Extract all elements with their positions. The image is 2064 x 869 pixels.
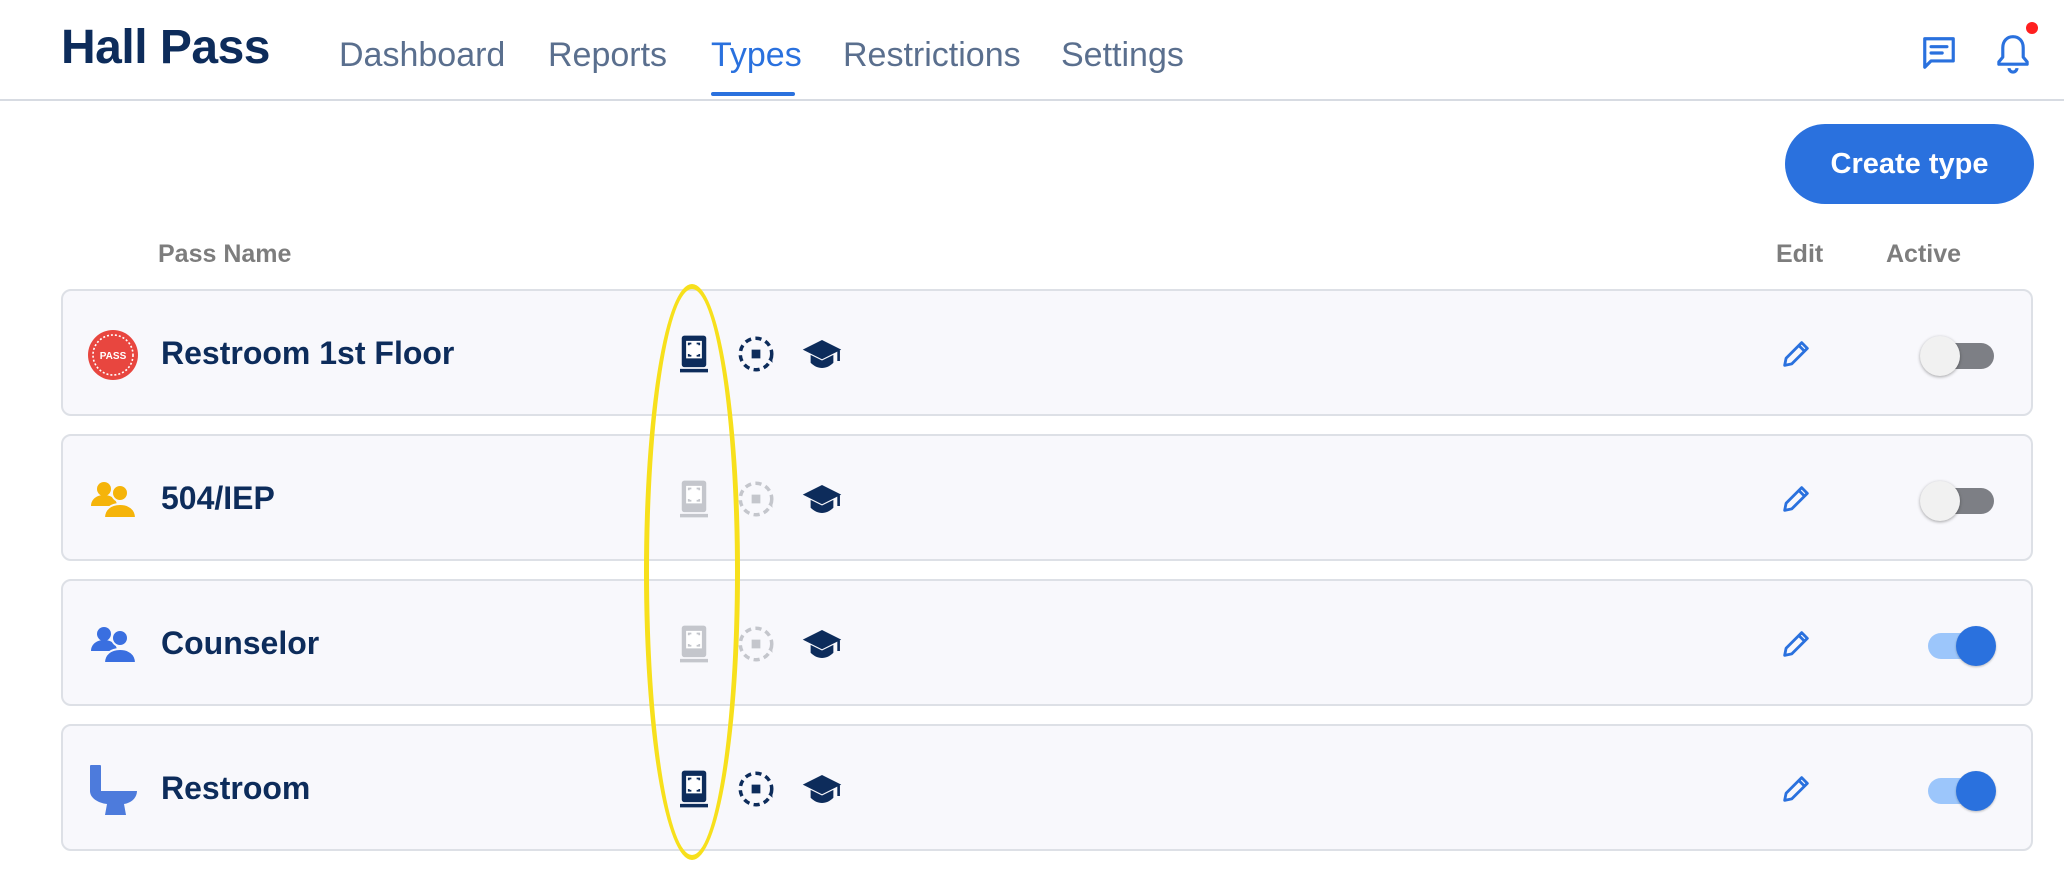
pass-badge-icon: PASS xyxy=(88,330,138,380)
pass-name[interactable]: 504/IEP xyxy=(161,480,275,517)
refresh-loop-icon xyxy=(738,771,774,807)
graduation-cap-icon xyxy=(802,485,842,513)
pass-type-list: PASS Restroom 1st Floor 504/IEP Counselo… xyxy=(61,289,2064,869)
notification-dot xyxy=(2026,22,2038,34)
toggle-knob xyxy=(1920,336,1960,376)
pass-type-row: 504/IEP xyxy=(61,434,2033,561)
active-toggle[interactable] xyxy=(1920,770,1996,811)
toggle-knob xyxy=(1956,771,1996,811)
kiosk-icon xyxy=(680,335,708,373)
toggle-knob xyxy=(1956,626,1996,666)
pass-type-row: Restroom xyxy=(61,724,2033,851)
nav-types[interactable]: Types xyxy=(711,36,802,75)
graduation-cap-icon xyxy=(802,775,842,803)
kiosk-icon xyxy=(680,480,708,518)
active-toggle[interactable] xyxy=(1920,335,1996,376)
refresh-loop-icon xyxy=(738,336,774,372)
pass-type-row: Counselor xyxy=(61,579,2033,706)
active-toggle[interactable] xyxy=(1920,480,1996,521)
edit-pencil-icon[interactable] xyxy=(1779,627,1813,661)
message-icon[interactable] xyxy=(1920,34,1958,72)
pass-name[interactable]: Counselor xyxy=(161,625,319,662)
pass-name[interactable]: Restroom xyxy=(161,770,310,807)
column-header-edit: Edit xyxy=(1776,240,1824,268)
toggle-knob xyxy=(1920,481,1960,521)
nav-restrictions[interactable]: Restrictions xyxy=(843,36,1021,75)
top-navigation-bar: Hall Pass Dashboard Reports Types Restri… xyxy=(0,0,2064,101)
column-header-pass-name: Pass Name xyxy=(158,240,292,268)
refresh-loop-icon xyxy=(738,626,774,662)
nav-settings[interactable]: Settings xyxy=(1061,36,1184,75)
refresh-loop-icon xyxy=(738,481,774,517)
edit-pencil-icon[interactable] xyxy=(1779,772,1813,806)
nav-dashboard[interactable]: Dashboard xyxy=(339,36,505,75)
bell-icon[interactable] xyxy=(1994,32,2032,76)
edit-pencil-icon[interactable] xyxy=(1779,337,1813,371)
svg-text:PASS: PASS xyxy=(100,351,127,362)
active-tab-indicator xyxy=(711,92,795,96)
kiosk-icon xyxy=(680,625,708,663)
kiosk-icon xyxy=(680,770,708,808)
group-icon xyxy=(91,627,138,664)
column-header-active: Active xyxy=(1886,240,1962,268)
group-icon xyxy=(91,482,138,519)
edit-pencil-icon[interactable] xyxy=(1779,482,1813,516)
nav-reports[interactable]: Reports xyxy=(548,36,667,75)
create-type-button[interactable]: Create type xyxy=(1785,124,2034,204)
graduation-cap-icon xyxy=(802,340,842,368)
graduation-cap-icon xyxy=(802,630,842,658)
app-logo[interactable]: Hall Pass xyxy=(61,20,270,75)
active-toggle[interactable] xyxy=(1920,625,1996,666)
pass-type-row: PASS Restroom 1st Floor xyxy=(61,289,2033,416)
toilet-icon xyxy=(90,765,137,815)
pass-name[interactable]: Restroom 1st Floor xyxy=(161,335,454,372)
